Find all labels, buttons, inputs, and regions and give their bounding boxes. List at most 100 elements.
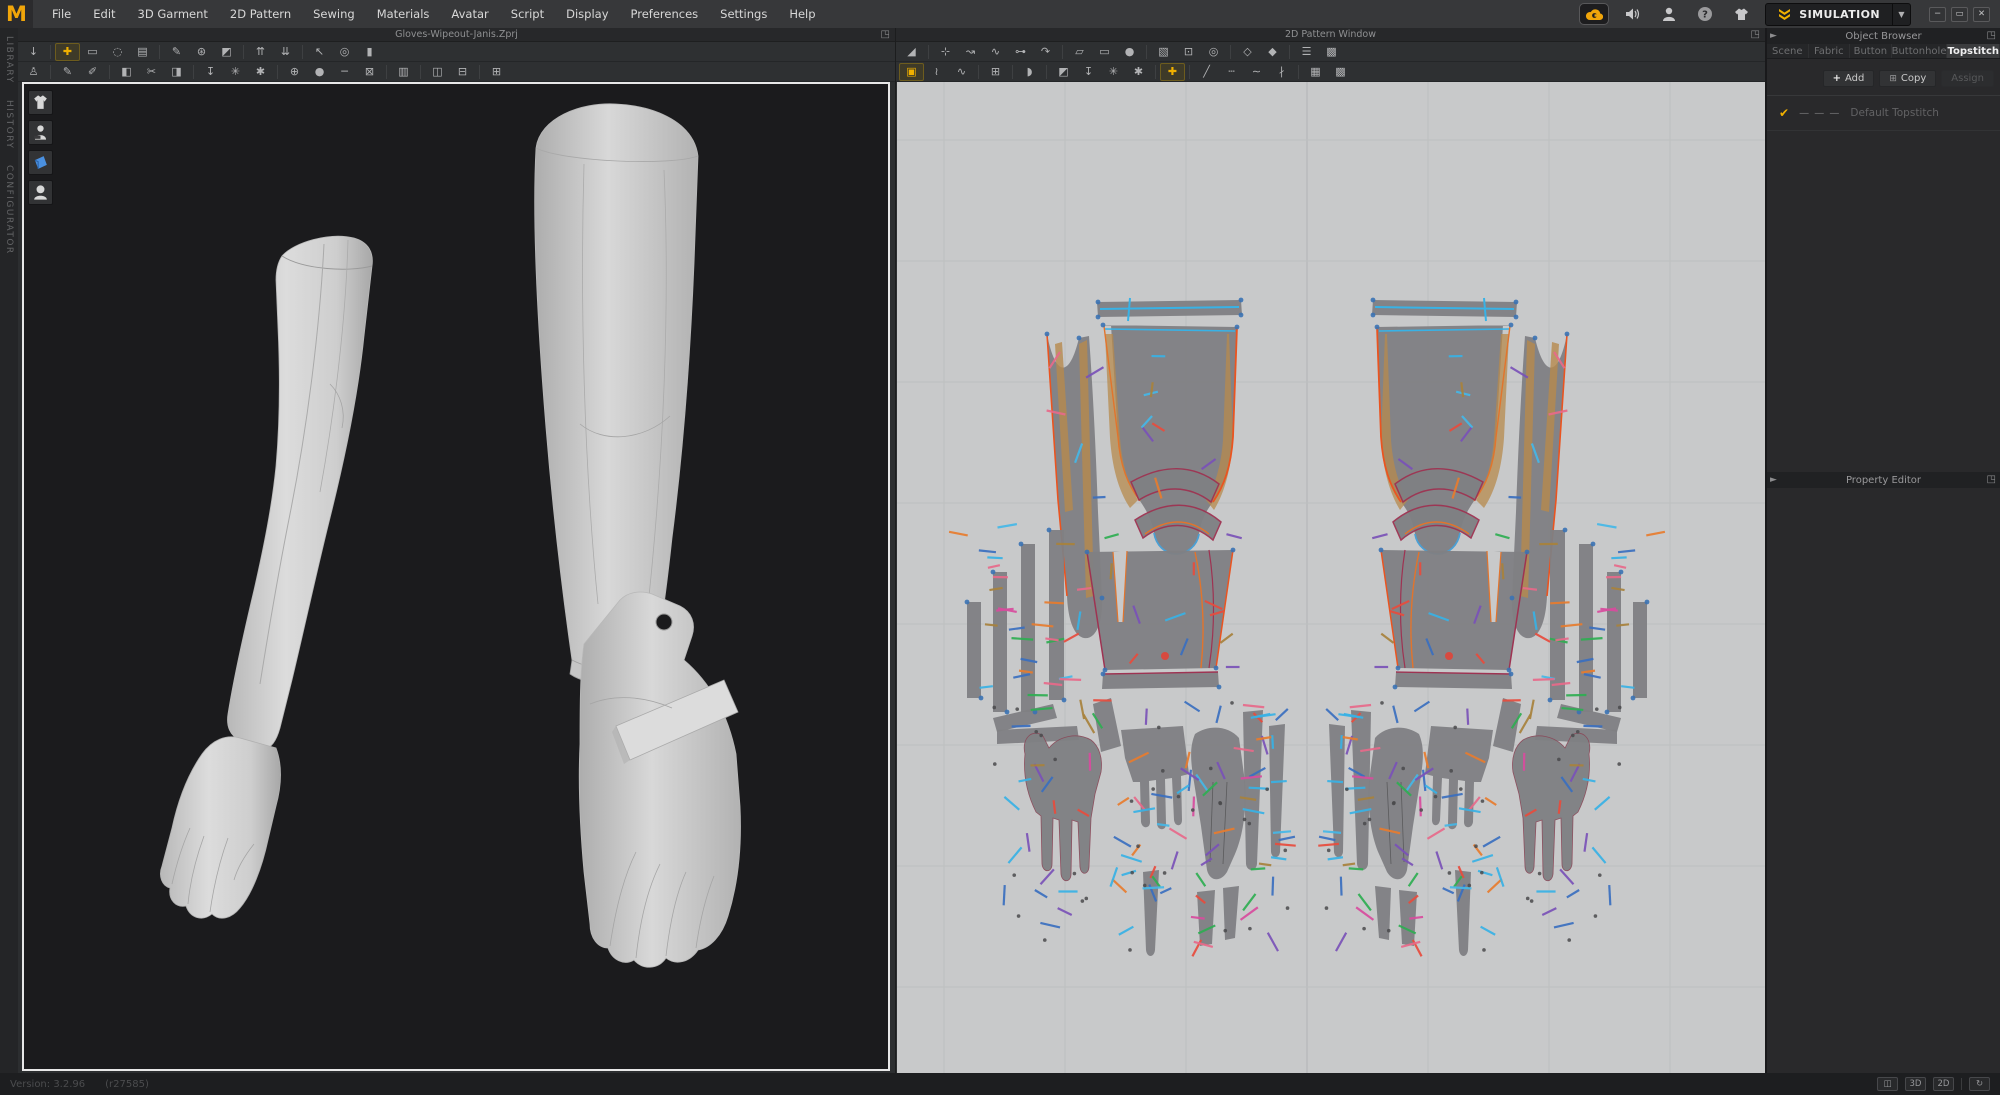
grading-edit-tool[interactable]: ▦ — [1303, 63, 1328, 81]
polygon-internal-tool[interactable]: ▧ — [1151, 43, 1176, 61]
topstitch-dashed-tool[interactable]: ┄ — [1219, 63, 1244, 81]
pattern-group-right[interactable] — [1318, 298, 1665, 957]
collapse-panel-arrow-icon[interactable]: ► — [1770, 28, 1777, 44]
rectangle-internal-tool[interactable]: ⊡ — [1176, 43, 1201, 61]
app-logo[interactable]: M — [0, 0, 33, 28]
minimize-button[interactable]: ─ — [1929, 7, 1946, 22]
show-garment-toggle[interactable] — [28, 90, 53, 115]
3d-sleeve-model[interactable] — [535, 104, 698, 685]
dart-tool[interactable]: ◇ — [1235, 43, 1260, 61]
3d-window-popout-icon[interactable]: ◳ — [881, 28, 890, 42]
rail-tab-configurator[interactable]: CONFIGURATOR — [4, 165, 14, 255]
tab-button[interactable]: Button — [1850, 44, 1892, 58]
edit-pattern-tool[interactable]: ⊹ — [933, 43, 958, 61]
add-point-tool[interactable]: ⊶ — [1008, 43, 1033, 61]
edit-garment-tool[interactable]: ◧ — [114, 63, 139, 81]
select-garment-tool[interactable]: ◩ — [214, 43, 239, 61]
assign-button[interactable]: Assign — [1941, 70, 1994, 87]
rail-tab-history[interactable]: HISTORY — [4, 100, 14, 149]
edit-curvature-tool[interactable]: ∿ — [983, 43, 1008, 61]
tab-scene[interactable]: Scene — [1767, 44, 1809, 58]
show-sewing-tool[interactable]: ✚ — [1160, 63, 1185, 81]
edit-curve-3d-tool[interactable]: ↖ — [307, 43, 332, 61]
attach-to-avatar-tool[interactable]: ◩ — [1051, 63, 1076, 81]
rail-tab-library[interactable]: LIBRARY — [4, 36, 14, 84]
help-button[interactable]: ? — [1693, 4, 1717, 24]
topstitch-wave-tool[interactable]: ∼ — [1244, 63, 1269, 81]
sound-button[interactable] — [1621, 4, 1645, 24]
seam-allowance-tool[interactable]: ▩ — [1319, 43, 1344, 61]
3d-glove-hand-model[interactable] — [579, 592, 740, 967]
menu-settings[interactable]: Settings — [709, 0, 778, 28]
tab-buttonhole[interactable]: Buttonhole — [1892, 44, 1948, 58]
pin-tool[interactable]: ✎ — [164, 43, 189, 61]
2d-pattern-canvas[interactable] — [897, 82, 1765, 1073]
free-sewing-3d-tool[interactable]: ✐ — [80, 63, 105, 81]
pleats-tool[interactable]: ☰ — [1294, 43, 1319, 61]
avatar-display-tool[interactable]: ♙ — [21, 63, 46, 81]
simulation-button[interactable]: SIMULATION — [1766, 4, 1892, 25]
transform-pattern-tool[interactable]: ◢ — [899, 43, 924, 61]
menu-3d-garment[interactable]: 3D Garment — [127, 0, 219, 28]
3d-left-arm-model[interactable] — [160, 236, 372, 918]
3d-viewport[interactable] — [22, 82, 890, 1071]
measure-ruler-tool[interactable]: ▮ — [357, 43, 382, 61]
avatar-garment-button[interactable] — [1729, 4, 1753, 24]
polygon-tool[interactable]: ▱ — [1067, 43, 1092, 61]
fold-3d-pattern-tool[interactable]: ↧ — [1076, 63, 1101, 81]
menu-help[interactable]: Help — [778, 0, 826, 28]
menu-display[interactable]: Display — [555, 0, 619, 28]
padlock-tool[interactable]: ⊠ — [357, 63, 382, 81]
flatten-left-tool[interactable]: ◫ — [425, 63, 450, 81]
topstitch-free-tool[interactable]: ∤ — [1269, 63, 1294, 81]
fold-garment-tool[interactable]: ◨ — [164, 63, 189, 81]
tab-topstitch[interactable]: Topstitch — [1947, 44, 2000, 58]
m-n-sewing-tool[interactable]: ⊞ — [983, 63, 1008, 81]
select-mesh-tool[interactable]: ▤ — [130, 43, 155, 61]
split-view-button[interactable]: ◫ — [1877, 1077, 1898, 1091]
steam-iron-tool[interactable]: ◗ — [1017, 63, 1042, 81]
restore-button[interactable]: ▭ — [1951, 7, 1968, 22]
tack-on-avatar-tool[interactable]: ↧ — [198, 63, 223, 81]
cut-garment-tool[interactable]: ✂ — [139, 63, 164, 81]
3d-view-button[interactable]: 3D — [1905, 1077, 1926, 1091]
menu-script[interactable]: Script — [500, 0, 555, 28]
cloud-sync-button[interactable] — [1579, 3, 1609, 25]
free-sewing-tool[interactable]: ∿ — [949, 63, 974, 81]
add-button[interactable]: + Add — [1823, 70, 1875, 87]
2d-view-button[interactable]: 2D — [1933, 1077, 1954, 1091]
copy-button[interactable]: ⊞ Copy — [1879, 70, 1936, 87]
property-editor-popout-icon[interactable]: ◳ — [1987, 472, 1996, 488]
show-pattern-toggle[interactable] — [28, 150, 53, 175]
property-editor-arrow-icon[interactable]: ► — [1770, 472, 1777, 488]
edit-sewing-tool[interactable]: ▣ — [899, 63, 924, 81]
menu-preferences[interactable]: Preferences — [620, 0, 710, 28]
steam-area-tool[interactable]: ◎ — [332, 43, 357, 61]
close-button[interactable]: ✕ — [1973, 7, 1990, 22]
select-move-tool[interactable]: ✚ — [55, 43, 80, 61]
edit-sewing-3d-tool[interactable]: ✎ — [55, 63, 80, 81]
flatten-dart-tool[interactable]: ✳ — [223, 63, 248, 81]
pattern-group-left[interactable] — [949, 298, 1296, 957]
select-rectangle-tool[interactable]: ▭ — [80, 43, 105, 61]
menu-materials[interactable]: Materials — [366, 0, 441, 28]
flatten-dart-2d-tool[interactable]: ✳ — [1101, 63, 1126, 81]
circle-tool[interactable]: ● — [1117, 43, 1142, 61]
edit-round-corner-tool[interactable]: ↷ — [1033, 43, 1058, 61]
circle-internal-tool[interactable]: ◎ — [1201, 43, 1226, 61]
menu-2d-pattern[interactable]: 2D Pattern — [219, 0, 302, 28]
grading-auto-tool[interactable]: ▩ — [1328, 63, 1353, 81]
select-lasso-tool[interactable]: ◌ — [105, 43, 130, 61]
2d-window-popout-icon[interactable]: ◳ — [1751, 28, 1760, 42]
reset-arrangement-tool[interactable]: ⇊ — [273, 43, 298, 61]
edit-point-tool[interactable]: ↝ — [958, 43, 983, 61]
pattern-outline-3d-tool[interactable]: ✱ — [248, 63, 273, 81]
show-avatar-toggle[interactable] — [28, 180, 53, 205]
refresh-view-button[interactable]: ↻ — [1969, 1077, 1990, 1091]
button-3d-tool[interactable]: ⊕ — [282, 63, 307, 81]
notch-dart-tool[interactable]: ◆ — [1260, 43, 1285, 61]
menu-avatar[interactable]: Avatar — [440, 0, 499, 28]
simulation-dropdown[interactable]: ▼ — [1892, 4, 1910, 25]
flatten-right-tool[interactable]: ⊟ — [450, 63, 475, 81]
tab-fabric[interactable]: Fabric — [1809, 44, 1851, 58]
